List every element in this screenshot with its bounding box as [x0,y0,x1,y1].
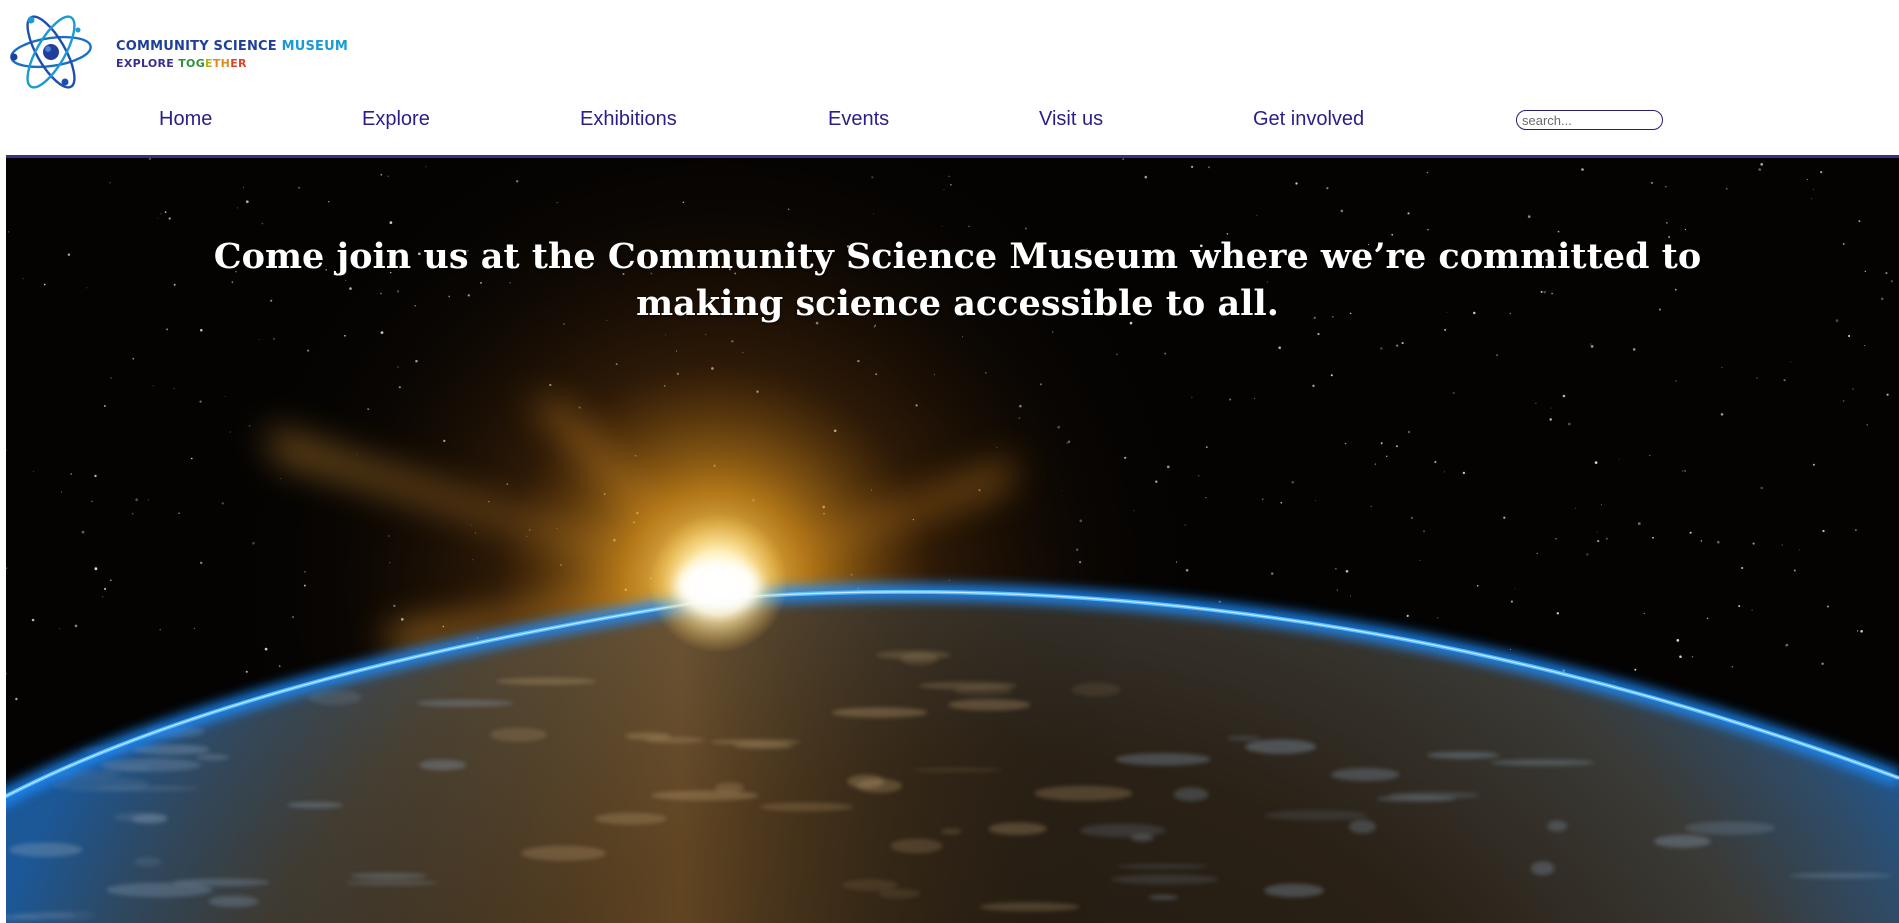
logo-wordmark: COMMUNITY SCIENCE MUSEUM EXPLORE TOGETHE… [116,39,348,70]
hero-banner: Come join us at the Community Science Mu… [6,158,1899,923]
nav-item-events[interactable]: Events [828,108,889,131]
site-logo[interactable]: COMMUNITY SCIENCE MUSEUM EXPLORE TOGETHE… [8,10,348,94]
atom-icon [10,15,92,89]
hero-headline: Come join us at the Community Science Mu… [213,236,1702,324]
brand-name: COMMUNITY SCIENCE MUSEUM [116,38,349,54]
brand-tagline: EXPLORE TOGETHER [116,56,247,70]
nav-item-exhibitions[interactable]: Exhibitions [580,108,677,131]
nav-item-home[interactable]: Home [159,108,212,131]
nav-item-explore[interactable]: Explore [362,108,430,131]
search-input[interactable] [1516,110,1663,130]
nav-item-visit-us[interactable]: Visit us [1039,108,1103,131]
nav-item-get-involved[interactable]: Get involved [1253,108,1364,131]
site-header: COMMUNITY SCIENCE MUSEUM EXPLORE TOGETHE… [0,0,1899,158]
